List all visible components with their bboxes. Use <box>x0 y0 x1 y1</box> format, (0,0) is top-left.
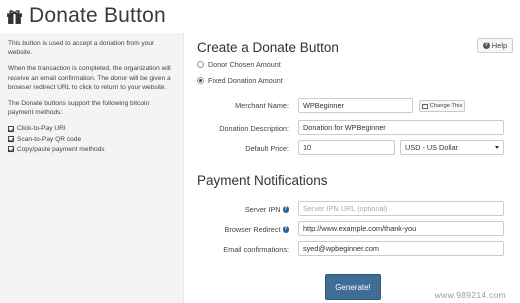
question-icon[interactable]: ? <box>282 226 289 233</box>
browser-redirect-label: Browser Redirect ? <box>225 225 289 234</box>
sidebar-description: This button is used to accept a donation… <box>0 33 184 303</box>
sidebar-transaction-text: When the transaction is completed, the o… <box>8 65 171 91</box>
watermark-text: www.989214.com <box>434 290 506 300</box>
sidebar-methods-text: The Donate buttons support the following… <box>8 100 150 117</box>
browser-redirect-label-text: Browser Redirect <box>224 225 281 234</box>
radio-button[interactable] <box>197 61 204 68</box>
currency-value: USD - US Dollar <box>405 143 459 152</box>
radio-donor-chosen-amount[interactable]: Donor Chosen Amount <box>197 60 281 69</box>
payment-methods-list: Click-to-Pay URI Scan-to-Pay QR code Cop… <box>8 124 175 154</box>
donation-description-label: Donation Description: <box>219 124 289 133</box>
edit-icon <box>421 103 428 109</box>
radio-fixed-donation-amount[interactable]: Fixed Donation Amount <box>197 76 283 85</box>
donate-form: ? Help Create a Donate Button Donor Chos… <box>197 33 515 303</box>
browser-redirect-field[interactable]: http://www.example.com/thank-you <box>298 221 504 236</box>
default-price-label: Default Price: <box>245 144 289 153</box>
radio-button-selected[interactable] <box>197 77 204 84</box>
server-ipn-label: Server IPN ? <box>245 205 289 214</box>
page-title: Donate Button <box>29 4 166 27</box>
page-header: Donate Button <box>6 3 166 29</box>
feature-label: Scan-to-Pay QR code <box>17 135 82 143</box>
radio-label: Fixed Donation Amount <box>208 76 283 85</box>
default-price-field[interactable]: 10 <box>298 140 395 155</box>
feature-label: Click-to-Pay URI <box>17 125 66 133</box>
donation-description-field[interactable]: Donation for WPBeginner <box>298 120 504 135</box>
list-item: Copy/paste payment methods <box>8 145 175 154</box>
server-ipn-label-text: Server IPN <box>244 205 281 214</box>
merchant-name-label: Merchant Name: <box>235 101 289 110</box>
merchant-name-field[interactable]: WPBeginner <box>298 98 413 113</box>
change-label: Change This <box>429 103 463 109</box>
generate-button[interactable]: Generate! <box>325 274 381 300</box>
caret-down-icon <box>495 146 499 149</box>
question-icon: ? <box>482 42 490 49</box>
sidebar-intro-text: This button is used to accept a donation… <box>8 40 155 57</box>
question-icon[interactable]: ? <box>282 206 289 213</box>
list-item: Scan-to-Pay QR code <box>8 135 175 144</box>
list-item: Click-to-Pay URI <box>8 124 175 133</box>
help-button[interactable]: ? Help <box>477 38 513 53</box>
notifications-section-title: Payment Notifications <box>197 173 328 188</box>
gift-icon <box>7 9 22 24</box>
currency-select[interactable]: USD - US Dollar <box>400 140 504 155</box>
help-label: Help <box>491 41 508 50</box>
checkbox-checked-icon <box>8 146 14 153</box>
email-confirmations-field[interactable]: syed@wpbeginner.com <box>298 241 504 256</box>
checkbox-checked-icon <box>8 126 14 133</box>
radio-label: Donor Chosen Amount <box>208 60 281 69</box>
email-confirmations-label: Email confirmations: <box>223 245 289 254</box>
checkbox-checked-icon <box>8 136 14 143</box>
change-merchant-button[interactable]: Change This <box>419 100 465 112</box>
create-section-title: Create a Donate Button <box>197 40 339 55</box>
feature-label: Copy/paste payment methods <box>17 145 105 153</box>
server-ipn-field[interactable]: Server IPN URL (optional) <box>298 201 504 216</box>
